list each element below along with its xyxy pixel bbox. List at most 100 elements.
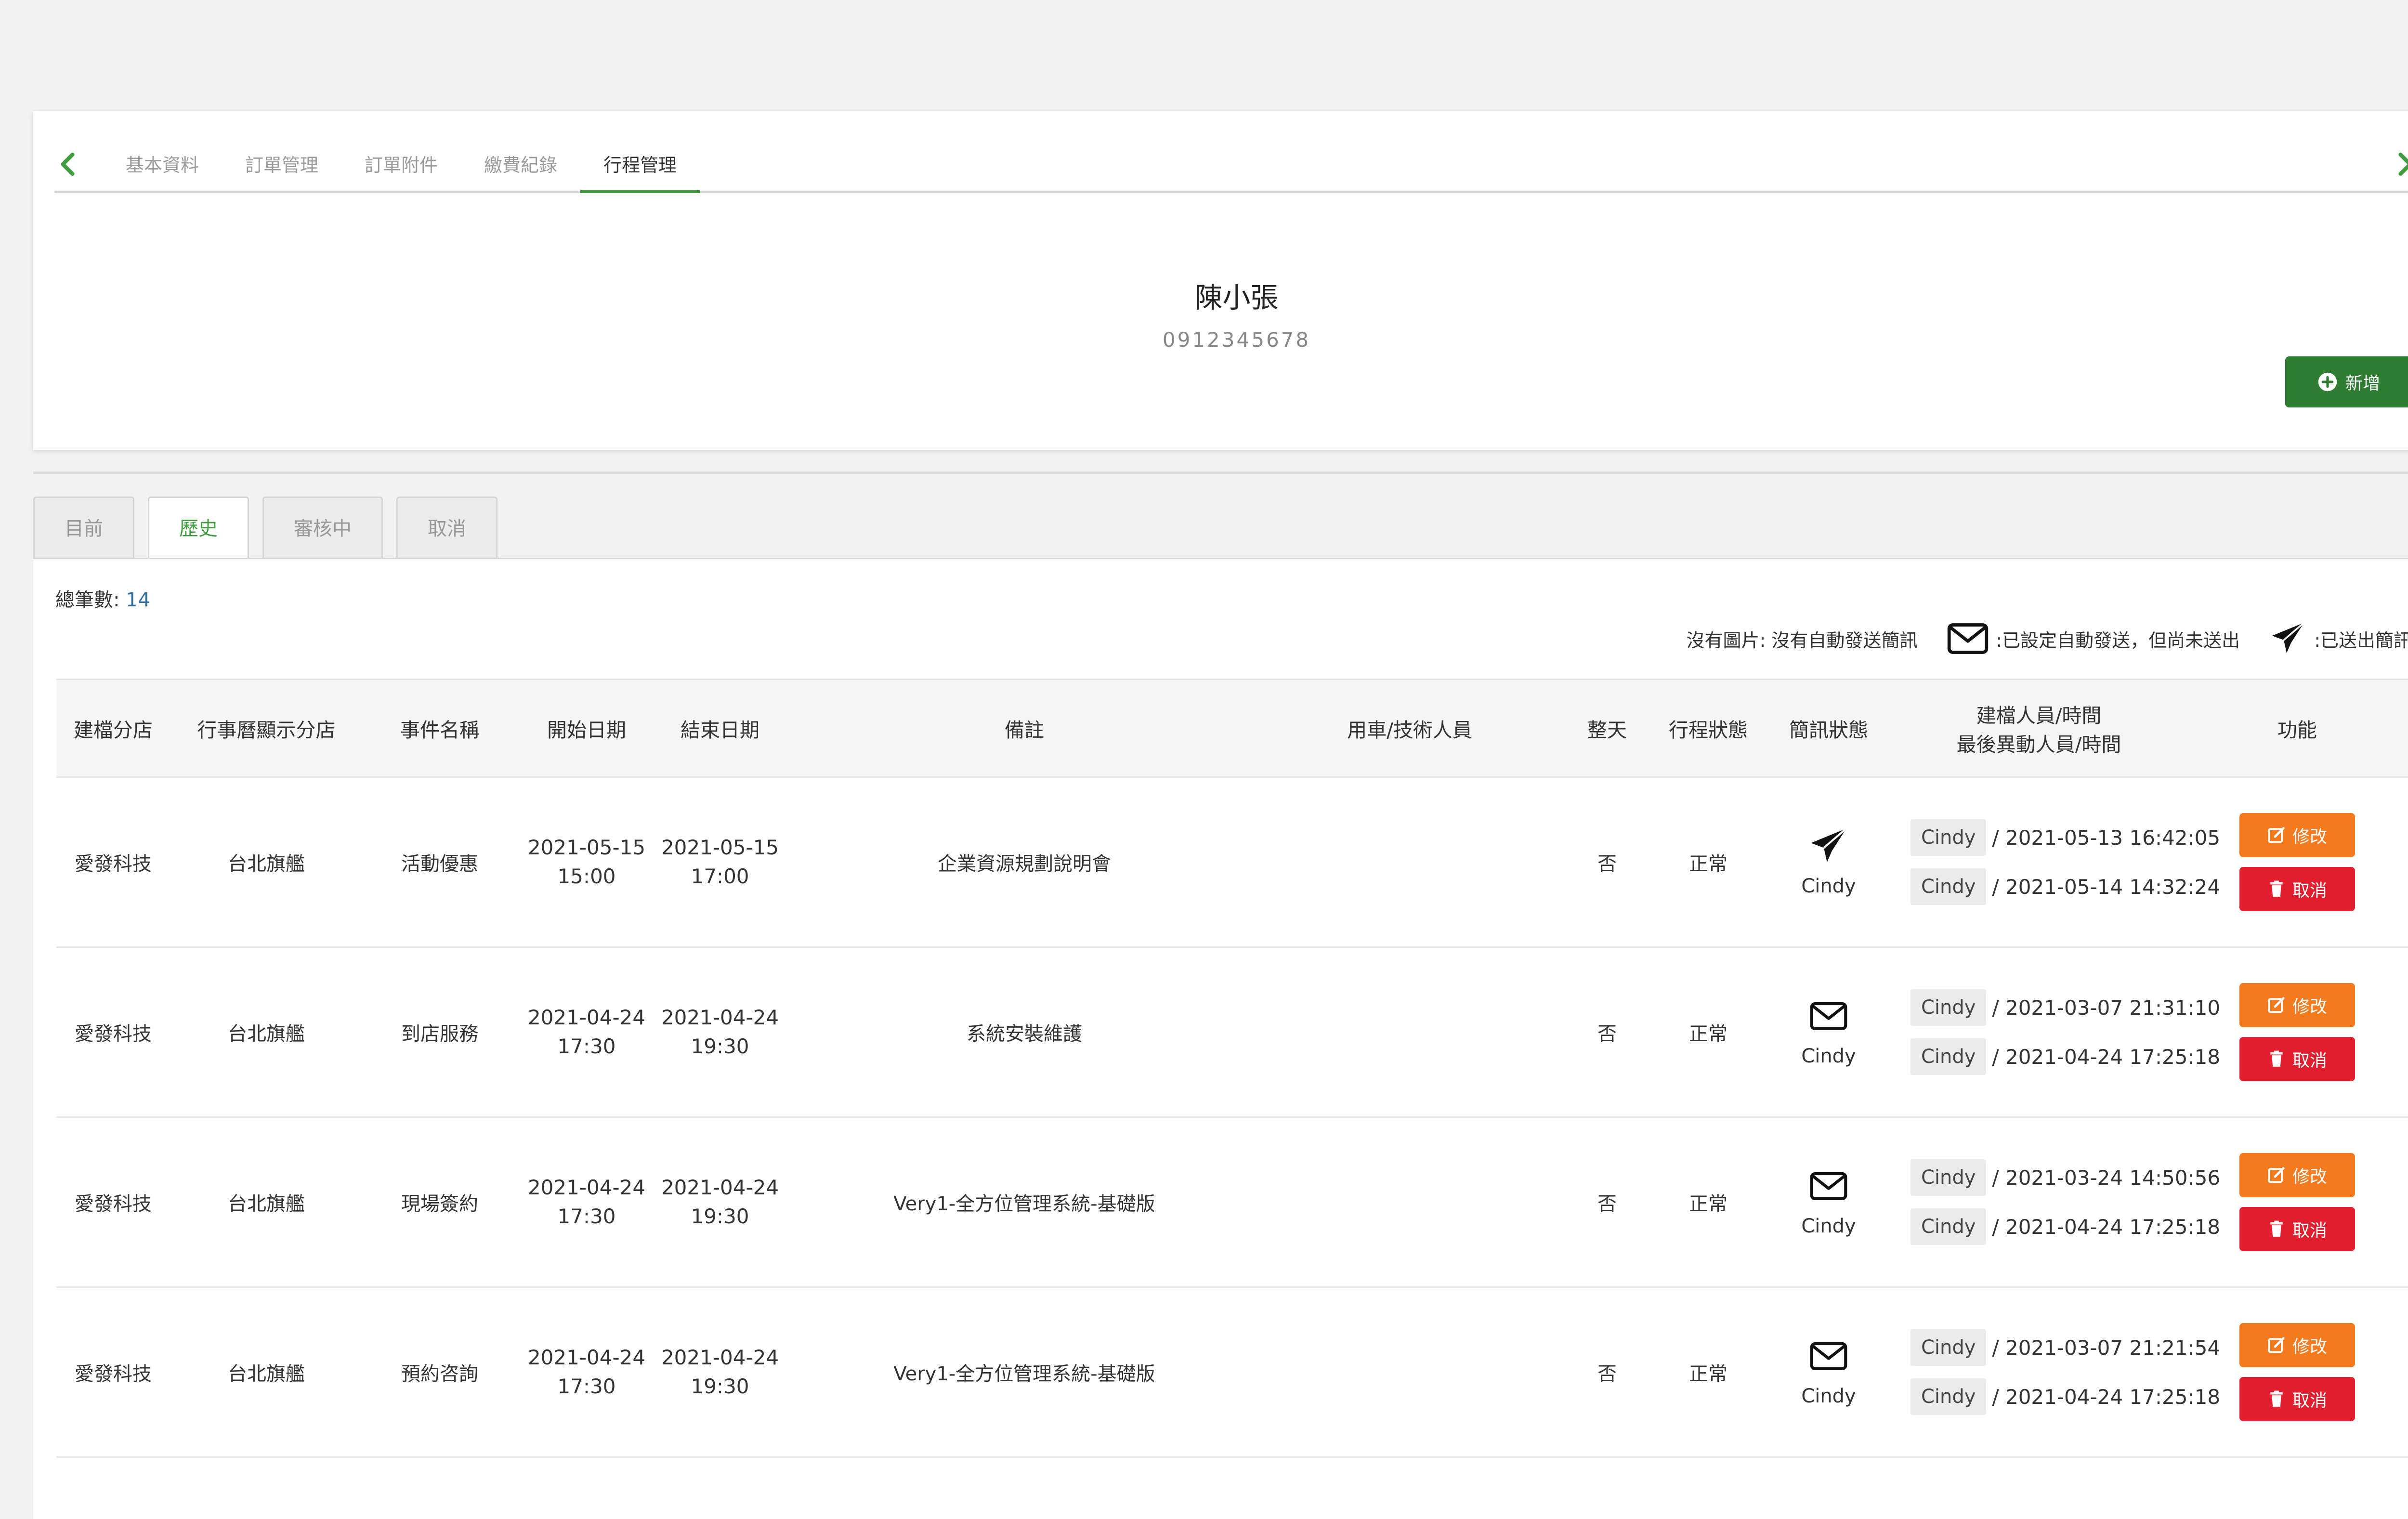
audit-info: Cindy / 2021-03-07 21:21:54 Cindy / 2021…	[1901, 1329, 2220, 1415]
sms-user: Cindy	[1801, 1045, 1856, 1067]
tab-schedule-management[interactable]: 行程管理	[580, 140, 700, 193]
sms-status: Cindy	[1756, 1167, 1901, 1237]
col-schedule-status: 行程狀態	[1660, 679, 1756, 778]
cell-event-name: 預約咨詢	[363, 1287, 517, 1458]
sms-status: Cindy	[1756, 1337, 1901, 1407]
modified-at: / 2021-04-24 17:25:18	[1992, 1385, 2221, 1409]
edit-button[interactable]: 修改	[2239, 983, 2355, 1027]
trash-icon	[2270, 1390, 2283, 1407]
end-date: 2021-04-24	[661, 1346, 779, 1369]
tab-payment-records[interactable]: 繳費紀錄	[461, 140, 580, 191]
modified-by-chip: Cindy	[1911, 1208, 1987, 1245]
tab-order-attachments[interactable]: 訂單附件	[341, 140, 461, 191]
trash-icon	[2270, 1050, 2283, 1067]
tab-under-review[interactable]: 審核中	[262, 497, 383, 558]
cell-note: 系統安裝維護	[784, 947, 1265, 1118]
cell-audit: Cindy / 2021-03-07 21:31:10 Cindy / 2021…	[1901, 947, 2220, 1118]
start-time: 17:30	[557, 1034, 616, 1058]
cell-all-day: 否	[1554, 1117, 1660, 1288]
start-date: 2021-04-24	[527, 1346, 646, 1369]
col-branch: 建檔分店	[56, 679, 170, 778]
envelope-icon	[1810, 1002, 1847, 1030]
trash-icon	[2270, 1220, 2283, 1237]
cell-event-name: 活動優惠	[363, 777, 517, 948]
edit-icon	[2268, 827, 2285, 843]
total-count-value: 14	[126, 589, 151, 611]
end-date: 2021-04-24	[661, 1006, 779, 1029]
envelope-icon	[1810, 1172, 1847, 1200]
cell-branch: 愛發科技	[56, 1287, 170, 1458]
edit-button[interactable]: 修改	[2239, 1153, 2355, 1197]
table-row: 愛發科技 台北旗艦 到店服務 2021-04-24 17:30 2021-04-…	[56, 947, 2408, 1118]
audit-info: Cindy / 2021-05-13 16:42:05 Cindy / 2021…	[1901, 819, 2220, 905]
cell-schedule-status: 正常	[1660, 777, 1756, 948]
subnav-next-button[interactable]	[2390, 150, 2408, 179]
start-time: 17:30	[557, 1205, 616, 1228]
cell-all-day: 否	[1554, 1287, 1660, 1458]
created-by-chip: Cindy	[1911, 819, 1987, 856]
cell-schedule-status: 正常	[1660, 1287, 1756, 1458]
edit-button[interactable]: 修改	[2239, 813, 2355, 857]
cell-end-date: 2021-04-24 19:30	[656, 947, 784, 1118]
end-time: 17:00	[691, 864, 749, 888]
created-by-chip: Cindy	[1911, 1329, 1987, 1366]
legend-envelope-text: :已設定自動發送，但尚未送出	[1996, 629, 2240, 651]
cancel-button[interactable]: 取消	[2239, 1207, 2355, 1251]
tab-basic-info[interactable]: 基本資料	[103, 140, 222, 191]
cell-start-date: 2021-04-24 17:30	[517, 1117, 656, 1288]
status-tabs: 目前 歷史 審核中 取消	[33, 497, 497, 561]
end-time: 19:30	[691, 1034, 749, 1058]
sms-status: Cindy	[1756, 827, 1901, 897]
edit-button[interactable]: 修改	[2239, 1323, 2355, 1367]
cancel-button[interactable]: 取消	[2239, 1377, 2355, 1421]
envelope-icon	[1948, 623, 1989, 654]
cell-start-date: 2021-05-15 15:00	[517, 777, 656, 948]
sms-user: Cindy	[1801, 875, 1856, 897]
modified-info: Cindy / 2021-04-24 17:25:18	[1911, 1208, 2220, 1245]
cell-branch: 愛發科技	[56, 777, 170, 948]
modified-info: Cindy / 2021-04-24 17:25:18	[1911, 1378, 2220, 1415]
legend-envelope: :已設定自動發送，但尚未送出	[1947, 621, 2240, 656]
col-staff: 用車/技術人員	[1265, 679, 1554, 778]
cell-actions: 修改 取消	[2177, 777, 2408, 948]
envelope-icon	[1810, 1342, 1847, 1370]
end-date: 2021-04-24	[661, 1176, 779, 1199]
modified-info: Cindy / 2021-05-14 14:32:24	[1911, 868, 2220, 905]
created-at: / 2021-05-13 16:42:05	[1992, 825, 2221, 850]
add-button-label: 新增	[2345, 374, 2380, 393]
tab-order-management[interactable]: 訂單管理	[222, 140, 341, 191]
col-sms-status: 簡訊狀態	[1756, 679, 1901, 778]
sms-user: Cindy	[1801, 1215, 1856, 1237]
cell-sms-status: Cindy	[1756, 777, 1901, 948]
cell-display-branch: 台北旗艦	[170, 1117, 363, 1288]
tab-current[interactable]: 目前	[33, 497, 134, 558]
cell-audit: Cindy / 2021-03-24 14:50:56 Cindy / 2021…	[1901, 1117, 2220, 1288]
created-info: Cindy / 2021-05-13 16:42:05	[1911, 819, 2220, 856]
col-audit-line1: 建檔人員/時間	[1976, 704, 2102, 727]
customer-phone: 0912345678	[1162, 328, 1311, 352]
legend-sent: :已送出簡訊	[2269, 621, 2408, 656]
sms-icon-slot	[1809, 827, 1848, 870]
total-count: 總筆數: 14	[55, 584, 150, 612]
cancel-label: 取消	[2292, 881, 2327, 901]
created-by-chip: Cindy	[1911, 1159, 1987, 1196]
tab-cancelled[interactable]: 取消	[396, 497, 497, 558]
cell-sms-status: Cindy	[1756, 1287, 1901, 1458]
add-schedule-button[interactable]: 新增	[2285, 356, 2408, 407]
chevron-right-icon	[2398, 153, 2408, 176]
cancel-button[interactable]: 取消	[2239, 1037, 2355, 1081]
schedule-table: 建檔分店 行事曆顯示分店 事件名稱 開始日期 結束日期 備註 用車/技術人員 整…	[56, 679, 2408, 1458]
created-at: / 2021-03-07 21:21:54	[1992, 1336, 2221, 1360]
modified-by-chip: Cindy	[1911, 1038, 1987, 1075]
cell-schedule-status: 正常	[1660, 947, 1756, 1118]
col-note: 備註	[784, 679, 1265, 778]
paper-plane-icon	[1811, 827, 1847, 863]
col-actions: 功能	[2177, 679, 2408, 778]
customer-name: 陳小張	[1194, 281, 1279, 314]
subnav-prev-button[interactable]	[54, 150, 83, 179]
cell-audit: Cindy / 2021-05-13 16:42:05 Cindy / 2021…	[1901, 777, 2220, 948]
sms-icon-slot	[1809, 1167, 1848, 1210]
cell-staff	[1265, 1117, 1554, 1288]
cancel-button[interactable]: 取消	[2239, 867, 2355, 911]
tab-history[interactable]: 歷史	[148, 497, 249, 561]
